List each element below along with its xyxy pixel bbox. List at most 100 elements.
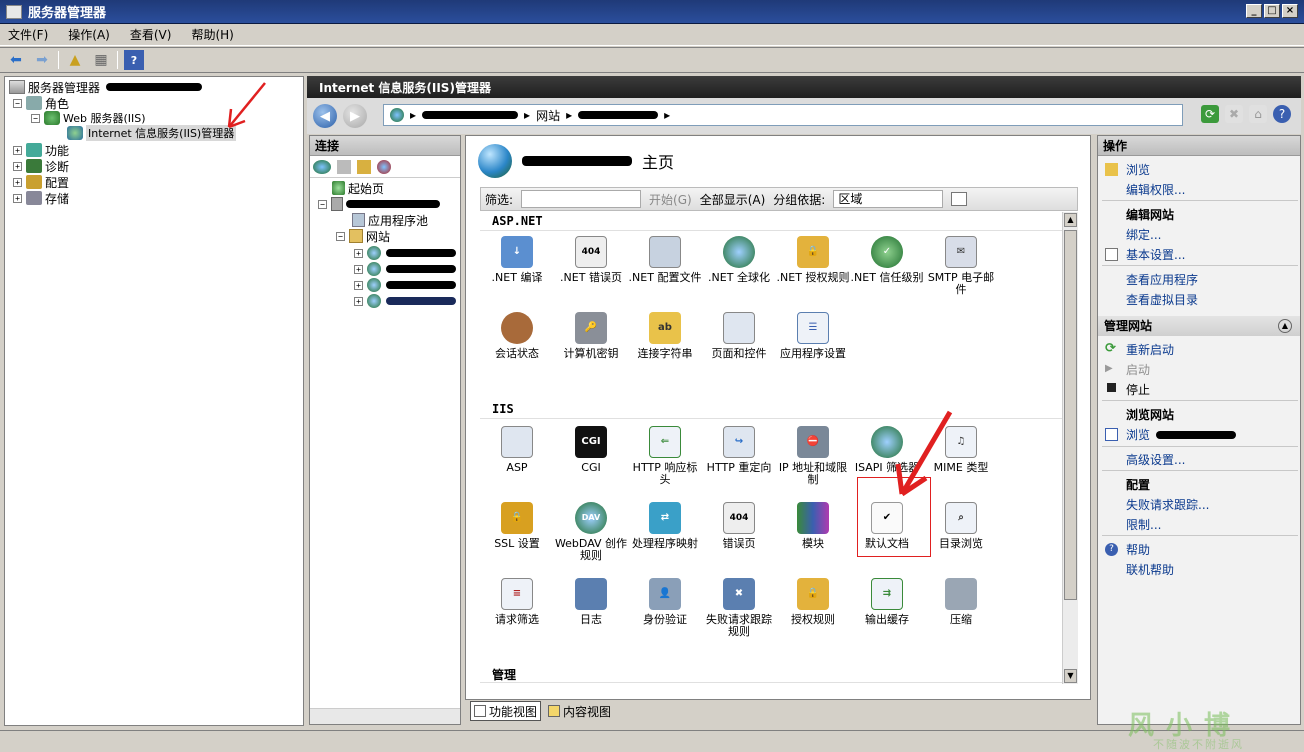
feature-net-authorization[interactable]: 🔒 .NET 授权规则 [776, 236, 850, 284]
collapse-toggle[interactable]: − [318, 199, 327, 209]
feature-asp[interactable]: ASP [480, 426, 554, 474]
scroll-thumb[interactable] [1064, 230, 1077, 600]
feature-failed-request-tracing[interactable]: ✖ 失败请求跟踪规则 [702, 578, 776, 638]
feature-connection-strings[interactable]: ab 连接字符串 [628, 312, 702, 360]
help-icon[interactable]: ? [124, 50, 144, 70]
expand-toggle[interactable]: + [13, 145, 22, 155]
show-hide-tree-icon[interactable]: ▦ [91, 50, 111, 70]
menu-action[interactable]: 操作(A) [68, 26, 110, 43]
tree-item-diagnostics[interactable]: + 诊断 [13, 158, 69, 174]
conn-site-3[interactable]: + [354, 277, 456, 293]
tree-item-storage[interactable]: + 存储 [13, 190, 69, 206]
feature-request-filtering[interactable]: ≡ 请求筛选 [480, 578, 554, 626]
conn-app-pools[interactable]: 应用程序池 [352, 212, 428, 228]
feature-webdav-authoring[interactable]: DAV WebDAV 创作规则 [554, 502, 628, 562]
up-folder-icon[interactable]: ▲ [65, 50, 85, 70]
expand-toggle[interactable]: + [13, 177, 22, 187]
tab-content-view[interactable]: 内容视图 [545, 701, 614, 721]
save-icon[interactable] [337, 159, 351, 174]
feature-authentication[interactable]: 👤 身份验证 [628, 578, 702, 626]
action-failed-request-tracing[interactable]: 失败请求跟踪... [1126, 496, 1209, 513]
show-all-button[interactable]: 全部显示(A) [700, 191, 766, 208]
close-button[interactable]: × [1282, 4, 1298, 18]
feature-handler-mappings[interactable]: ⇄ 处理程序映射 [628, 502, 702, 550]
feature-modules[interactable]: 模块 [776, 502, 850, 550]
tree-item-iis-manager[interactable]: Internet 信息服务(IIS)管理器 [67, 125, 237, 141]
vertical-scrollbar[interactable]: ▲ ▼ [1062, 212, 1078, 684]
action-basic-settings[interactable]: 基本设置... [1126, 246, 1185, 263]
breadcrumb-sites[interactable]: 网站 [536, 107, 560, 124]
forward-button[interactable]: ▶ [343, 104, 367, 128]
back-button[interactable]: ◀ [313, 104, 337, 128]
collapse-toggle[interactable]: − [336, 231, 345, 241]
feature-net-globalization[interactable]: .NET 全球化 [702, 236, 776, 284]
action-limits[interactable]: 限制... [1126, 516, 1161, 533]
stop-icon[interactable]: ✖ [1225, 105, 1243, 123]
feature-error-pages[interactable]: 404 错误页 [702, 502, 776, 550]
maximize-button[interactable]: □ [1264, 4, 1280, 18]
scroll-down-arrow[interactable]: ▼ [1064, 669, 1077, 683]
back-arrow-icon[interactable]: ⬅ [6, 50, 26, 70]
feature-compression[interactable]: 压缩 [924, 578, 998, 626]
tree-item-config[interactable]: + 配置 [13, 174, 69, 190]
conn-sites[interactable]: − 网站 [336, 228, 390, 244]
feature-net-trust-level[interactable]: ✓ .NET 信任级别 [850, 236, 924, 284]
scroll-up-arrow[interactable]: ▲ [1064, 213, 1077, 227]
start-filter-button[interactable]: 开始(G) [649, 191, 692, 208]
feature-pages-controls[interactable]: 页面和控件 [702, 312, 776, 360]
conn-site-4[interactable]: + [354, 293, 456, 309]
address-bar[interactable]: ▸ ▸ 网站 ▸ ▸ [383, 104, 1183, 126]
horizontal-scrollbar[interactable] [310, 708, 460, 724]
tree-item-features[interactable]: + 功能 [13, 142, 69, 158]
feature-machine-key[interactable]: 🔑 计算机密钥 [554, 312, 628, 360]
feature-net-error-pages[interactable]: 404 .NET 错误页 [554, 236, 628, 284]
menu-file[interactable]: 文件(F) [8, 26, 48, 43]
tree-item-roles[interactable]: − 角色 [13, 95, 69, 111]
collapse-toggle[interactable]: − [31, 113, 40, 123]
feature-app-settings[interactable]: ☰ 应用程序设置 [776, 312, 850, 360]
action-view-virtual-directories[interactable]: 查看虚拟目录 [1126, 291, 1198, 308]
action-browse-url[interactable]: 浏览 [1126, 426, 1237, 443]
action-online-help[interactable]: 联机帮助 [1126, 561, 1174, 578]
group-by-select[interactable]: 区域 [833, 190, 944, 208]
action-edit-permissions[interactable]: 编辑权限... [1126, 181, 1185, 198]
expand-toggle[interactable]: + [354, 248, 363, 258]
feature-net-profile[interactable]: .NET 配置文件 [628, 236, 702, 284]
filter-input[interactable] [521, 190, 642, 208]
conn-site-2[interactable]: + [354, 261, 456, 277]
expand-toggle[interactable]: + [354, 296, 363, 306]
expand-toggle[interactable]: + [13, 193, 22, 203]
minimize-button[interactable]: _ [1246, 4, 1262, 18]
feature-output-caching[interactable]: ⇉ 输出缓存 [850, 578, 924, 626]
feature-session-state[interactable]: 会话状态 [480, 312, 554, 360]
up-folder-icon[interactable] [357, 159, 371, 174]
collapse-chevron-icon[interactable]: ▲ [1278, 319, 1292, 333]
expand-toggle[interactable]: + [354, 280, 363, 290]
feature-http-response-headers[interactable]: ⇐ HTTP 响应标头 [628, 426, 702, 486]
feature-net-compilation[interactable]: ↓ .NET 编译 [480, 236, 554, 284]
feature-cgi[interactable]: CGI CGI [554, 426, 628, 474]
action-view-applications[interactable]: 查看应用程序 [1126, 271, 1198, 288]
action-start[interactable]: 启动 [1126, 361, 1150, 378]
expand-toggle[interactable]: + [354, 264, 363, 274]
tree-root[interactable]: 服务器管理器 [9, 79, 203, 95]
action-advanced-settings[interactable]: 高级设置... [1126, 451, 1185, 468]
disconnect-icon[interactable] [377, 159, 391, 174]
feature-smtp-email[interactable]: ✉ SMTP 电子邮件 [924, 236, 998, 296]
action-browse[interactable]: 浏览 [1126, 161, 1150, 178]
feature-ssl-settings[interactable]: 🔒 SSL 设置 [480, 502, 554, 550]
conn-site-1[interactable]: + [354, 245, 456, 261]
connect-icon[interactable] [313, 159, 331, 174]
conn-server[interactable]: − [318, 196, 440, 212]
conn-start-page[interactable]: 起始页 [332, 180, 384, 196]
feature-ip-domain-restrictions[interactable]: ⛔ IP 地址和域限制 [776, 426, 850, 486]
refresh-icon[interactable]: ⟳ [1201, 105, 1219, 123]
view-mode-icon[interactable] [951, 192, 968, 206]
action-help[interactable]: 帮助 [1126, 541, 1150, 558]
expand-toggle[interactable]: + [13, 161, 22, 171]
feature-directory-browsing[interactable]: ⌕ 目录浏览 [924, 502, 998, 550]
forward-arrow-icon[interactable]: ➡ [32, 50, 52, 70]
action-restart[interactable]: 重新启动 [1126, 341, 1174, 358]
menu-view[interactable]: 查看(V) [130, 26, 172, 43]
feature-logging[interactable]: 日志 [554, 578, 628, 626]
